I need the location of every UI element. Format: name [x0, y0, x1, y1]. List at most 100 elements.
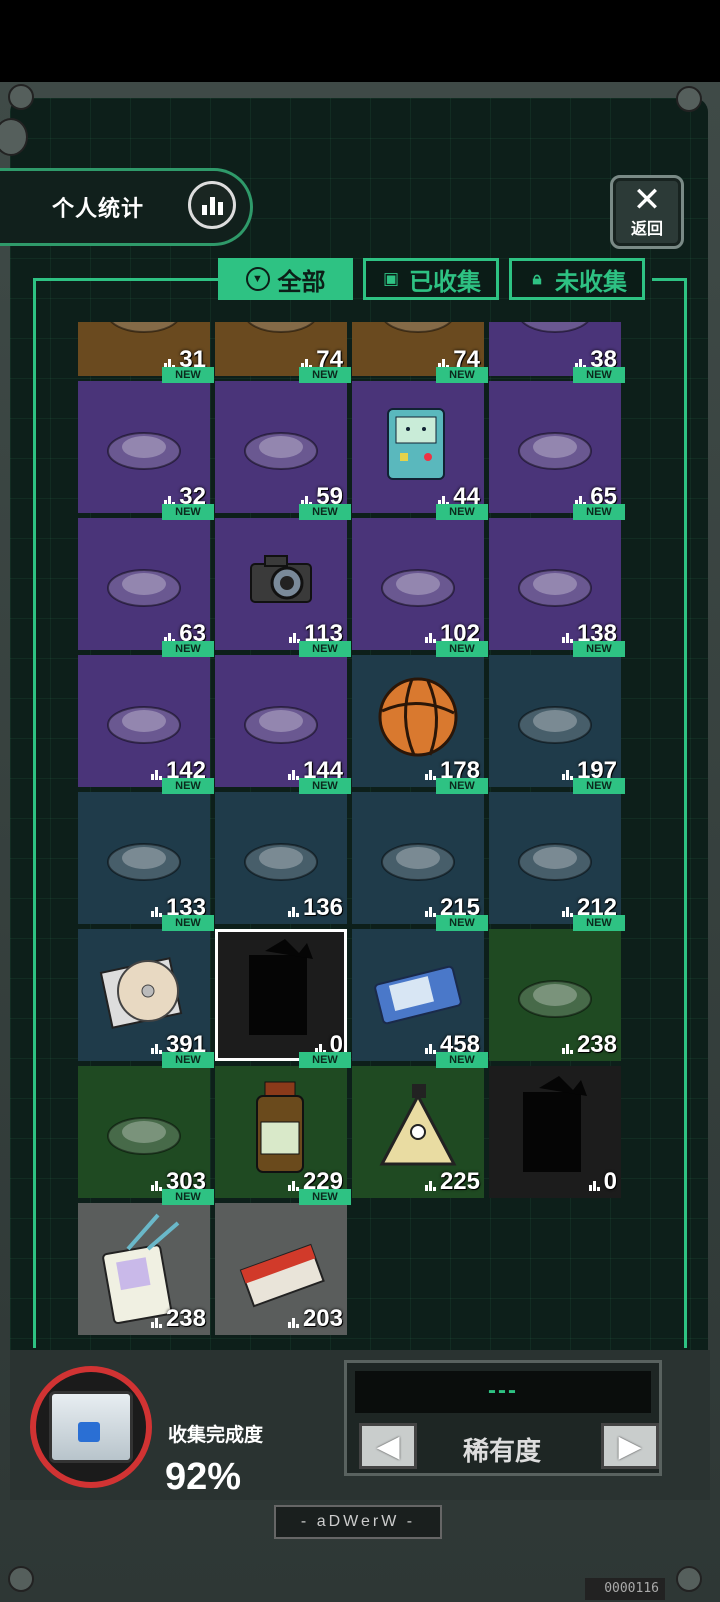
collection-item-tile[interactable]: 391 NEW	[78, 915, 214, 1061]
collection-item-tile[interactable]: 0	[215, 929, 347, 1061]
rarity-next-button[interactable]: ▶	[601, 1423, 659, 1469]
personal-stats-label: 个人统计	[52, 196, 145, 221]
collection-item-tile[interactable]: 59 NEW	[215, 367, 351, 513]
tab-all-label: 全部	[277, 268, 326, 296]
item-count-value: 238	[165, 1305, 206, 1332]
item-count: 238	[561, 1031, 617, 1059]
new-badge: NEW	[436, 778, 488, 794]
collection-item-tile[interactable]: 102 NEW	[352, 504, 488, 650]
tab-uncollected[interactable]: 🔒︎ 未收集	[509, 258, 645, 300]
collection-item-tile[interactable]: 203 NEW	[215, 1189, 351, 1335]
rarity-screen: ---	[355, 1371, 651, 1413]
stats-bars-icon	[424, 633, 436, 643]
bolt-icon	[8, 84, 34, 110]
collection-item-tile[interactable]: 238 NEW	[78, 1189, 214, 1335]
collection-item-tile[interactable]: 212 NEW	[489, 778, 625, 924]
new-badge: NEW	[162, 367, 214, 383]
back-button[interactable]: ✕ 返回	[610, 175, 684, 249]
collection-item-tile[interactable]: 458 NEW	[352, 915, 488, 1061]
new-badge: NEW	[436, 915, 488, 931]
stats-bars-icon	[287, 1181, 299, 1191]
item-count-value: 225	[439, 1168, 480, 1195]
stats-bars-icon	[424, 1044, 436, 1054]
tab-uncollected-label: 未收集	[555, 268, 627, 296]
new-badge: NEW	[162, 1189, 214, 1205]
stats-bars-icon	[561, 770, 573, 780]
collection-item-tile[interactable]: 197 NEW	[489, 641, 625, 787]
collection-item-tile[interactable]: 215 NEW	[352, 778, 488, 924]
collection-item-tile[interactable]: 133 NEW	[78, 778, 214, 924]
rarity-value: ---	[488, 1377, 518, 1404]
item-count: 225	[424, 1168, 480, 1196]
stats-bars-icon	[150, 907, 162, 917]
collection-item-tile[interactable]: 303 NEW	[78, 1052, 214, 1198]
panel-border	[33, 278, 218, 281]
close-icon: ✕	[632, 181, 662, 219]
bolt-icon	[676, 1566, 702, 1592]
collection-item-tile[interactable]: 44 NEW	[352, 367, 488, 513]
rarity-label: 稀有度	[462, 1436, 541, 1466]
progress-value: 92%	[165, 1456, 242, 1498]
new-badge: NEW	[436, 504, 488, 520]
stats-bars-icon	[561, 907, 573, 917]
new-badge: NEW	[299, 367, 351, 383]
bar-chart-icon	[188, 181, 236, 229]
collection-item-tile[interactable]: 229 NEW	[215, 1052, 351, 1198]
collection-item-tile[interactable]: 136 NEW	[215, 778, 351, 924]
tab-all[interactable]: ▼ 全部	[218, 258, 353, 300]
item-grid: 31 74 74 38 32 NEW 59 NEW 44 NEW 65 NEW 63 NEW 113 NEW 1…	[78, 322, 638, 1362]
new-badge: NEW	[299, 504, 351, 520]
item-count-value: 203	[302, 1305, 343, 1332]
item-count-value: 0	[603, 1168, 617, 1195]
collection-progress-ring	[30, 1366, 152, 1488]
new-badge: NEW	[573, 641, 625, 657]
stats-bars-icon	[424, 770, 436, 780]
new-badge: NEW	[299, 641, 351, 657]
stats-bars-icon	[287, 907, 299, 917]
item-count: 238	[150, 1305, 206, 1333]
tab-collected-label: 已收集	[409, 268, 481, 296]
item-count: 0	[588, 1168, 617, 1196]
collection-item-tile[interactable]: 32 NEW	[78, 367, 214, 513]
collection-item-tile[interactable]: 113 NEW	[215, 504, 351, 650]
lock-icon: 🔒︎	[532, 269, 542, 288]
progress-label: 收集完成度	[168, 1425, 264, 1446]
personal-stats-button[interactable]: 个人统计	[0, 168, 253, 246]
filter-tabs: ▼ 全部 ▣ 已收集 🔒︎ 未收集	[218, 258, 645, 300]
collection-item-tile[interactable]: 144 NEW	[215, 641, 351, 787]
stats-bars-icon	[287, 770, 299, 780]
filter-icon: ▼	[245, 267, 270, 291]
back-label: 返回	[630, 221, 663, 238]
corner-number: 0000116	[585, 1578, 665, 1600]
stats-bars-icon	[150, 1181, 162, 1191]
collection-item-tile[interactable]: 0	[489, 1066, 621, 1198]
collection-item-tile[interactable]: 238 NEW	[489, 915, 625, 1061]
collection-item-tile[interactable]: 138 NEW	[489, 504, 625, 650]
item-count: 136	[287, 894, 343, 922]
stats-bars-icon	[424, 907, 436, 917]
box-icon: ▣	[382, 269, 400, 288]
footer-plate: - aDWerW -	[274, 1505, 442, 1539]
rarity-prev-button[interactable]: ◀	[359, 1423, 417, 1469]
bolt-icon	[676, 86, 702, 112]
new-badge: NEW	[436, 641, 488, 657]
new-badge: NEW	[573, 367, 625, 383]
new-badge: NEW	[436, 367, 488, 383]
stats-bars-icon	[150, 1318, 162, 1328]
collection-item-tile[interactable]: 142 NEW	[78, 641, 214, 787]
panel-border	[33, 278, 36, 1348]
new-badge: NEW	[573, 504, 625, 520]
collection-item-tile[interactable]: 65 NEW	[489, 367, 625, 513]
tab-collected[interactable]: ▣ 已收集	[363, 258, 499, 300]
arrow-left-icon: ◀	[376, 1429, 400, 1463]
collection-item-tile[interactable]: 63 NEW	[78, 504, 214, 650]
arrow-right-icon: ▶	[618, 1429, 642, 1463]
collection-item-tile[interactable]: 225 NEW	[352, 1052, 488, 1198]
new-badge: NEW	[162, 1052, 214, 1068]
collection-item-tile[interactable]: 178 NEW	[352, 641, 488, 787]
item-count-value: 136	[302, 894, 343, 921]
stats-bars-icon	[588, 1181, 600, 1191]
item-count-value: 238	[576, 1031, 617, 1058]
stats-bars-icon	[150, 770, 162, 780]
new-badge: NEW	[573, 778, 625, 794]
